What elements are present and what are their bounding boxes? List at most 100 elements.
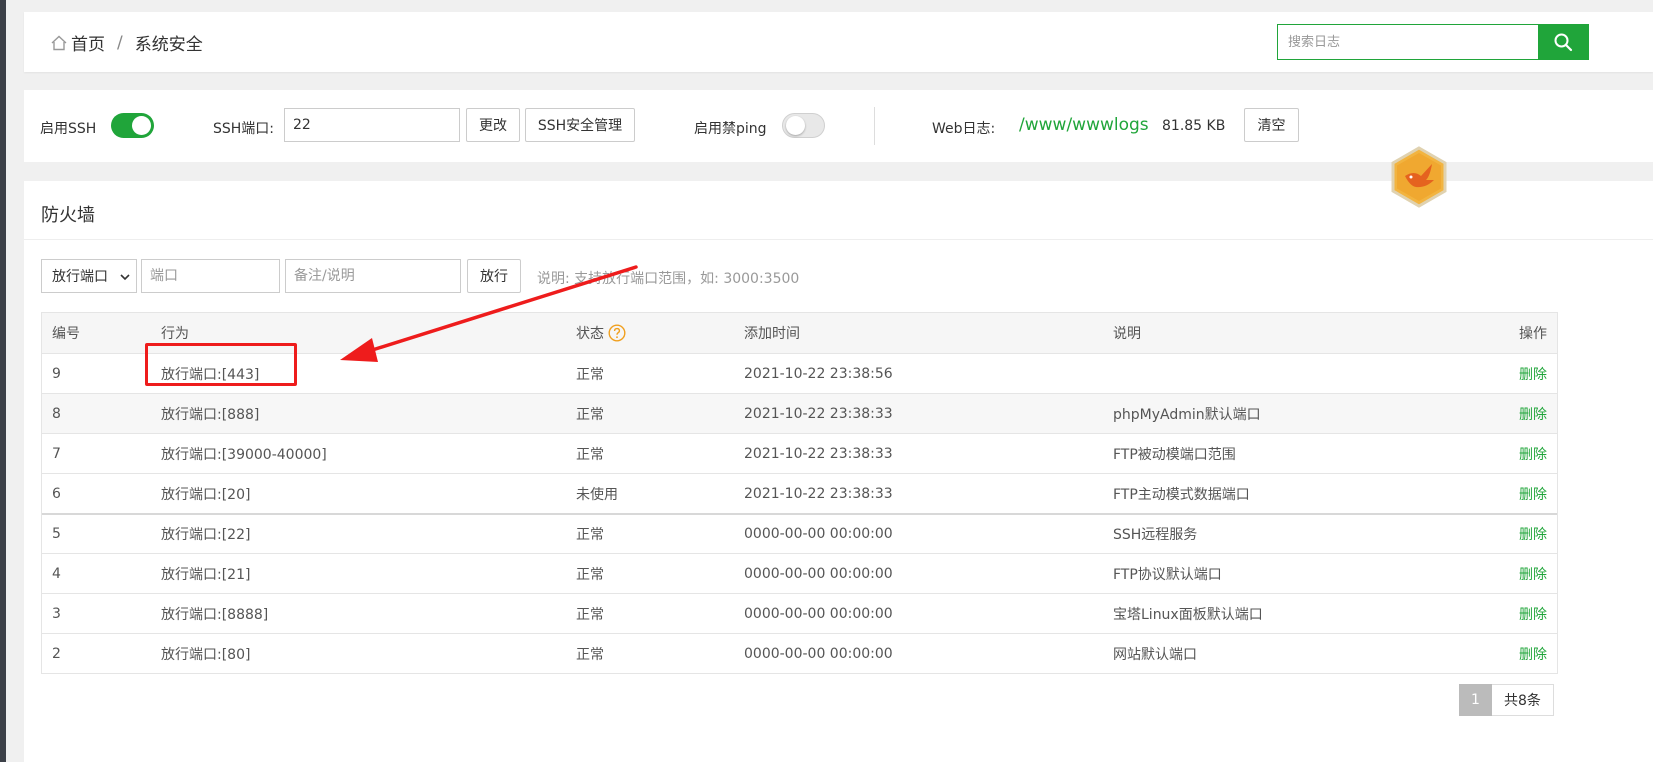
delete-rule-link[interactable]: 删除 [1519,554,1547,593]
table-row: 7 放行端口:[39000-40000] 正常 2021-10-22 23:38… [42,433,1557,473]
breadcrumb-home-link[interactable]: 首页 [71,30,105,55]
col-op: 操作 [1519,326,1547,342]
row-status: 未使用 [576,486,618,503]
delete-rule-link[interactable]: 删除 [1519,634,1547,673]
col-id: 编号 [52,326,80,342]
ping-disable-label: 启用禁ping [694,121,767,137]
table-row: 4 放行端口:[21] 正常 0000-00-00 00:00:00 FTP协议… [42,553,1557,593]
row-id: 6 [52,485,61,502]
search-box [1277,24,1589,60]
col-desc: 说明 [1113,326,1141,342]
row-desc: FTP主动模式数据端口 [1113,486,1250,503]
remark-input[interactable] [285,259,461,293]
table-row: 5 放行端口:[22] 正常 0000-00-00 00:00:00 SSH远程… [42,513,1557,553]
ssh-toggle[interactable] [111,113,154,138]
row-id: 2 [52,645,61,662]
row-status: 正常 [576,366,604,383]
row-time: 2021-10-22 23:38:33 [744,405,893,422]
ssh-manage-button[interactable]: SSH安全管理 [525,108,635,142]
table-row: 6 放行端口:[20] 未使用 2021-10-22 23:38:33 FTP主… [42,473,1557,513]
web-log-label: Web日志: [932,121,996,137]
annotation-highlight-box [145,343,297,386]
ssh-port-label: SSH端口: [213,121,275,137]
ssh-enable-label: 启用SSH [40,121,97,137]
home-icon[interactable] [50,34,68,52]
row-time: 0000-00-00 00:00:00 [744,605,893,622]
row-time: 2021-10-22 23:38:33 [744,485,893,502]
rule-type-select[interactable]: 放行端口 [41,259,137,293]
chevron-down-icon [120,274,130,281]
row-id: 4 [52,565,61,582]
page-current[interactable]: 1 [1459,684,1492,716]
breadcrumb-current: 系统安全 [134,35,203,55]
rule-type-value: 放行端口 [52,269,108,285]
delete-rule-link[interactable]: 删除 [1519,474,1547,513]
port-range-hint: 说明: 支持放行端口范围，如: 3000:3500 [537,271,800,287]
web-log-path-link[interactable]: /www/wwwlogs [1019,115,1149,135]
bird-badge-icon[interactable] [1388,146,1450,208]
row-status: 正常 [576,646,604,663]
delete-rule-link[interactable]: 删除 [1519,434,1547,473]
header-bar: 首页 / 系统安全 [24,12,1653,72]
row-status: 正常 [576,606,604,623]
search-input[interactable] [1278,25,1538,59]
row-action: 放行端口:[888] [161,406,260,423]
search-button[interactable] [1538,25,1588,59]
row-status: 正常 [576,406,604,423]
port-input[interactable] [141,259,280,293]
row-id: 5 [52,526,61,542]
change-port-button[interactable]: 更改 [466,108,520,142]
row-id: 8 [52,405,61,422]
page-total: 共8条 [1492,684,1554,716]
row-action: 放行端口:[80] [161,646,251,663]
clear-log-button[interactable]: 清空 [1244,108,1299,142]
col-status-label: 状态 [576,326,604,342]
row-desc: FTP被动模端口范围 [1113,446,1236,463]
delete-rule-link[interactable]: 删除 [1519,515,1547,553]
row-desc: SSH远程服务 [1113,527,1198,543]
row-time: 0000-00-00 00:00:00 [744,645,893,662]
row-id: 9 [52,365,61,382]
table-row: 2 放行端口:[80] 正常 0000-00-00 00:00:00 网站默认端… [42,633,1557,673]
firewall-divider [24,239,1653,240]
allow-port-button[interactable]: 放行 [467,259,521,293]
row-status: 正常 [576,527,604,543]
row-time: 0000-00-00 00:00:00 [744,565,893,582]
firewall-title: 防火墙 [41,205,95,226]
row-action: 放行端口:[21] [161,566,251,583]
row-desc: FTP协议默认端口 [1113,566,1222,583]
delete-rule-link[interactable]: 删除 [1519,394,1547,433]
left-edge-strip [0,0,6,762]
row-desc: 网站默认端口 [1113,646,1197,663]
breadcrumb: 首页 / 系统安全 [50,30,203,55]
col-status: 状态 [576,313,626,353]
row-action: 放行端口:[22] [161,527,251,543]
delete-rule-link[interactable]: 删除 [1519,354,1547,393]
ssh-port-input[interactable]: 22 [284,108,460,142]
row-id: 7 [52,445,61,462]
row-time: 2021-10-22 23:38:56 [744,365,893,382]
ssh-toggle-knob [132,116,151,135]
web-log-size: 81.85 KB [1162,118,1226,134]
delete-rule-link[interactable]: 删除 [1519,594,1547,633]
settings-divider [874,107,875,145]
row-status: 正常 [576,566,604,583]
ping-toggle-knob [786,116,805,135]
row-status: 正常 [576,446,604,463]
table-row: 8 放行端口:[888] 正常 2021-10-22 23:38:33 phpM… [42,393,1557,433]
table-row: 3 放行端口:[8888] 正常 0000-00-00 00:00:00 宝塔L… [42,593,1557,633]
ping-toggle[interactable] [782,113,825,138]
row-id: 3 [52,605,61,622]
col-time: 添加时间 [744,326,800,342]
breadcrumb-separator: / [117,32,123,53]
row-desc: phpMyAdmin默认端口 [1113,406,1261,423]
row-time: 2021-10-22 23:38:33 [744,445,893,462]
row-action: 放行端口:[39000-40000] [161,446,327,463]
question-circle-icon[interactable] [608,324,626,342]
search-icon [1554,33,1573,52]
row-action: 放行端口:[8888] [161,606,269,623]
row-time: 0000-00-00 00:00:00 [744,526,893,542]
row-action: 放行端口:[20] [161,486,251,503]
pagination: 1 共8条 [1459,684,1554,716]
row-desc: 宝塔Linux面板默认端口 [1113,606,1263,623]
